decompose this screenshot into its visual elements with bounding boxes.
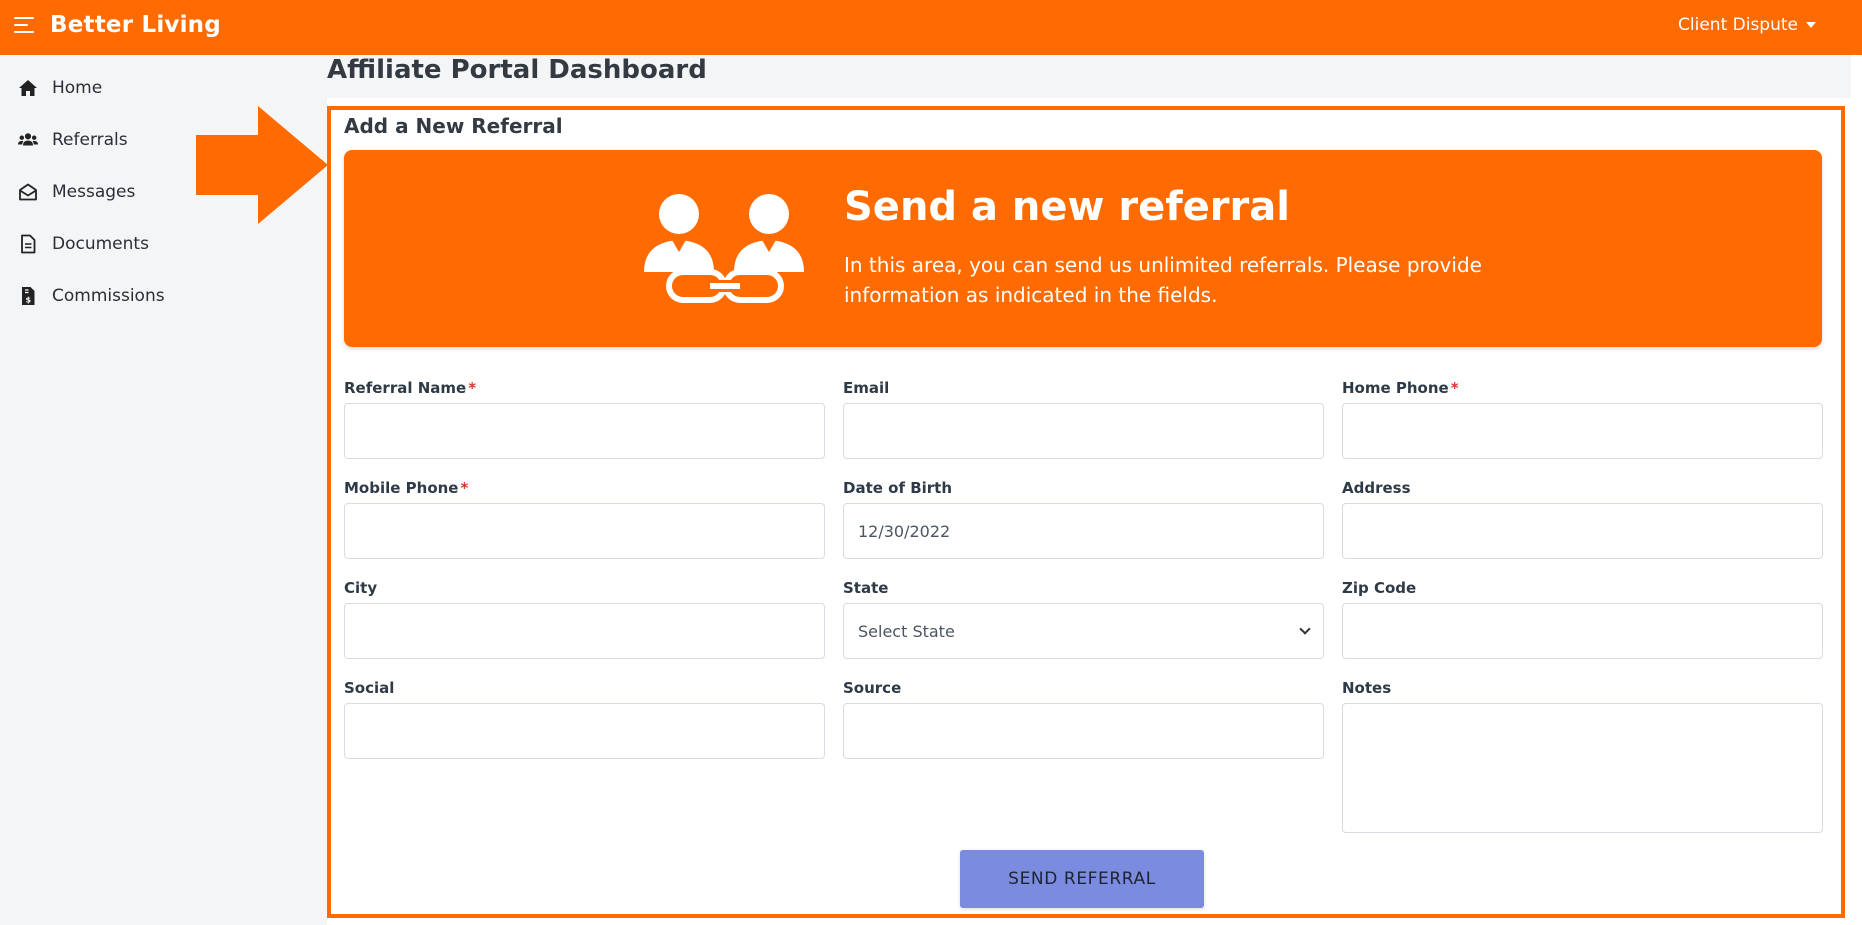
source-input[interactable] <box>843 703 1324 759</box>
hero-description: In this area, you can send us unlimited … <box>844 253 1482 307</box>
mobile-phone-label: Mobile Phone * <box>344 479 468 497</box>
hamburger-menu-icon[interactable] <box>14 17 34 33</box>
annotation-arrow-icon <box>196 106 328 224</box>
hero-title: Send a new referral <box>844 184 1290 230</box>
sidebar-item-label: Referrals <box>52 130 128 150</box>
referral-name-input[interactable] <box>344 403 825 459</box>
referral-name-label: Referral Name * <box>344 379 476 397</box>
social-label: Social <box>344 679 395 697</box>
card-title: Add a New Referral <box>344 114 563 138</box>
required-marker: * <box>1450 379 1459 397</box>
email-label: Email <box>843 379 890 397</box>
envelope-open-icon <box>19 183 37 201</box>
zip-code-input[interactable] <box>1342 603 1823 659</box>
home-phone-label: Home Phone * <box>1342 379 1459 397</box>
send-referral-button[interactable]: SEND REFERRAL <box>960 850 1204 908</box>
users-icon <box>18 133 38 146</box>
city-input[interactable] <box>344 603 825 659</box>
state-select-value: Select State <box>858 621 955 641</box>
notes-label: Notes <box>1342 679 1392 697</box>
required-marker: * <box>468 379 477 397</box>
state-select[interactable]: Select State <box>843 603 1324 659</box>
email-input[interactable] <box>843 403 1324 459</box>
home-icon <box>19 80 37 96</box>
label-text: Mobile Phone <box>344 479 459 497</box>
sidebar-item-messages[interactable]: Messages <box>18 182 135 202</box>
source-label: Source <box>843 679 902 697</box>
social-input[interactable] <box>344 703 825 759</box>
brand-name[interactable]: Better Living <box>50 12 221 38</box>
sidebar-item-home[interactable]: Home <box>18 78 102 98</box>
sidebar-item-label: Commissions <box>52 286 165 306</box>
city-label: City <box>344 579 378 597</box>
document-icon <box>21 234 36 254</box>
label-text: Home Phone <box>1342 379 1449 397</box>
required-marker: * <box>460 479 469 497</box>
caret-down-icon <box>1806 22 1816 28</box>
referral-people-link-icon <box>644 194 804 303</box>
home-phone-input[interactable] <box>1342 403 1823 459</box>
page-title: Affiliate Portal Dashboard <box>327 55 707 85</box>
sidebar-item-label: Home <box>52 78 103 98</box>
date-of-birth-label: Date of Birth <box>843 479 953 497</box>
sidebar-item-label: Documents <box>52 234 149 254</box>
invoice-dollar-icon: $ <box>22 287 35 305</box>
state-label: State <box>843 579 889 597</box>
sidebar-item-documents[interactable]: Documents <box>18 234 149 254</box>
sidebar-item-commissions[interactable]: $ Commissions <box>18 286 165 306</box>
date-of-birth-input[interactable] <box>843 503 1324 559</box>
address-input[interactable] <box>1342 503 1823 559</box>
hero-banner: Send a new referral In this area, you ca… <box>344 150 1822 347</box>
top-bar: Better Living Client Dispute <box>0 0 1862 55</box>
sidebar-item-label: Messages <box>52 182 136 202</box>
address-label: Address <box>1342 479 1411 497</box>
sidebar-item-referrals[interactable]: Referrals <box>18 130 128 150</box>
notes-textarea[interactable] <box>1342 703 1823 833</box>
chevron-down-icon <box>1299 622 1311 635</box>
svg-text:$: $ <box>26 296 32 305</box>
mobile-phone-input[interactable] <box>344 503 825 559</box>
user-menu-label: Client Dispute <box>1678 15 1798 35</box>
zip-code-label: Zip Code <box>1342 579 1417 597</box>
label-text: Referral Name <box>344 379 467 397</box>
user-menu-dropdown[interactable]: Client Dispute <box>1678 15 1816 35</box>
